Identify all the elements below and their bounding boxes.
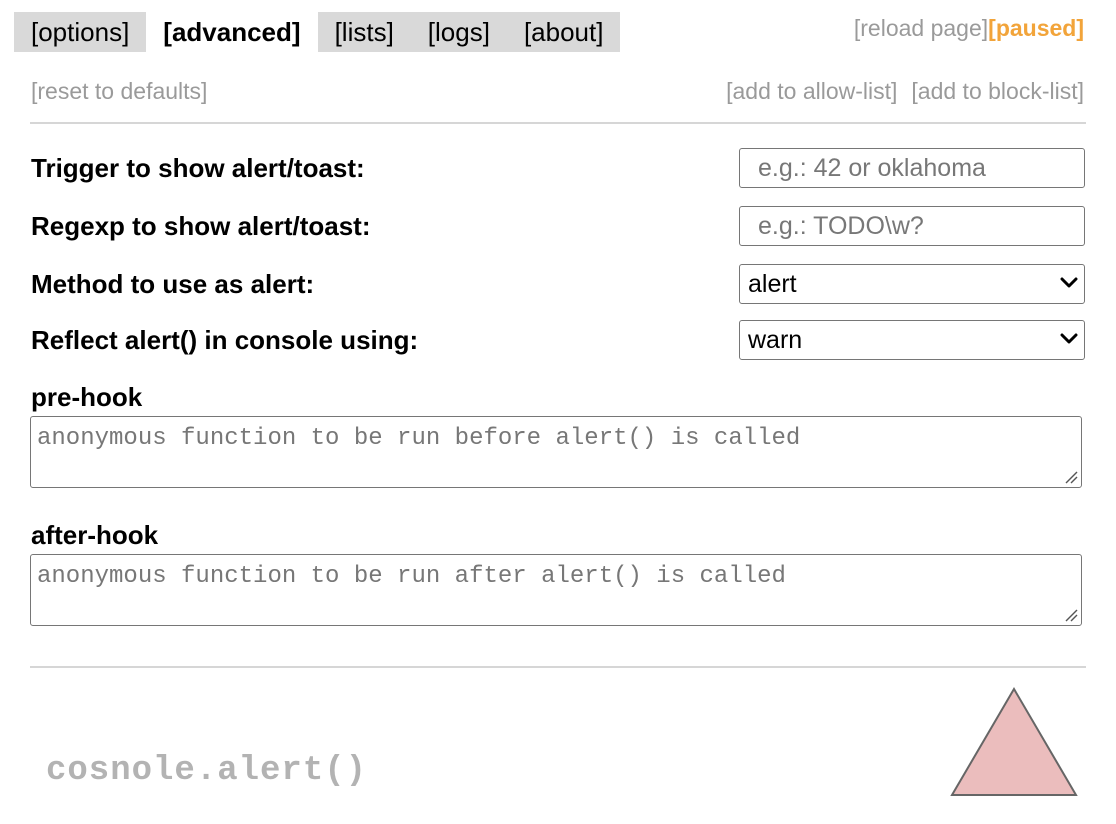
add-to-allow-list-link[interactable]: [add to allow-list] <box>726 78 897 104</box>
reset-defaults-link[interactable]: [reset to defaults] <box>31 78 207 105</box>
header-links: [reload page][paused] <box>854 14 1084 42</box>
tab-logs[interactable]: [logs] <box>410 12 507 52</box>
method-row: Method to use as alert: alert <box>31 264 1085 304</box>
after-hook-label: after-hook <box>31 520 159 550</box>
chevron-down-icon <box>1060 333 1078 344</box>
trigger-input[interactable] <box>739 148 1085 188</box>
after-hook-textarea[interactable] <box>30 554 1082 626</box>
regexp-label: Regexp to show alert/toast: <box>31 211 371 241</box>
tab-lists[interactable]: [lists] <box>317 12 411 52</box>
reflect-selected-value: warn <box>748 326 803 354</box>
reflect-row: Reflect alert() in console using: warn <box>31 320 1085 360</box>
tab-options[interactable]: [options] <box>14 12 147 52</box>
trigger-label: Trigger to show alert/toast: <box>31 153 365 183</box>
tab-about[interactable]: [about] <box>506 12 621 52</box>
method-select[interactable]: alert <box>739 264 1085 304</box>
tab-advanced[interactable]: [advanced] <box>146 12 318 52</box>
action-bar: [reset to defaults] [add to allow-list][… <box>31 78 1084 108</box>
resize-grip-icon[interactable] <box>1064 608 1078 622</box>
add-to-block-list-link[interactable]: [add to block-list] <box>911 78 1084 104</box>
reflect-select[interactable]: warn <box>739 320 1085 360</box>
brand-logo-text: cosnole.alert() <box>46 752 368 790</box>
regexp-row: Regexp to show alert/toast: <box>31 206 1085 246</box>
reflect-label: Reflect alert() in console using: <box>31 325 419 355</box>
resize-grip-icon[interactable] <box>1064 470 1078 484</box>
paused-toggle[interactable]: [paused] <box>988 15 1084 41</box>
method-selected-value: alert <box>748 270 797 298</box>
triangle-logo-icon <box>950 687 1078 796</box>
method-label: Method to use as alert: <box>31 269 315 299</box>
reload-page-link[interactable]: [reload page] <box>854 15 988 41</box>
divider-bottom <box>30 666 1086 668</box>
regexp-input[interactable] <box>739 206 1085 246</box>
divider-top <box>30 122 1086 124</box>
pre-hook-label: pre-hook <box>31 382 143 412</box>
tab-bar: [options] [advanced] [lists] [logs] [abo… <box>14 12 621 52</box>
list-actions: [add to allow-list] [add to block-list] <box>726 78 1084 105</box>
chevron-down-icon <box>1060 277 1078 288</box>
pre-hook-textarea[interactable] <box>30 416 1082 488</box>
trigger-row: Trigger to show alert/toast: <box>31 148 1085 188</box>
